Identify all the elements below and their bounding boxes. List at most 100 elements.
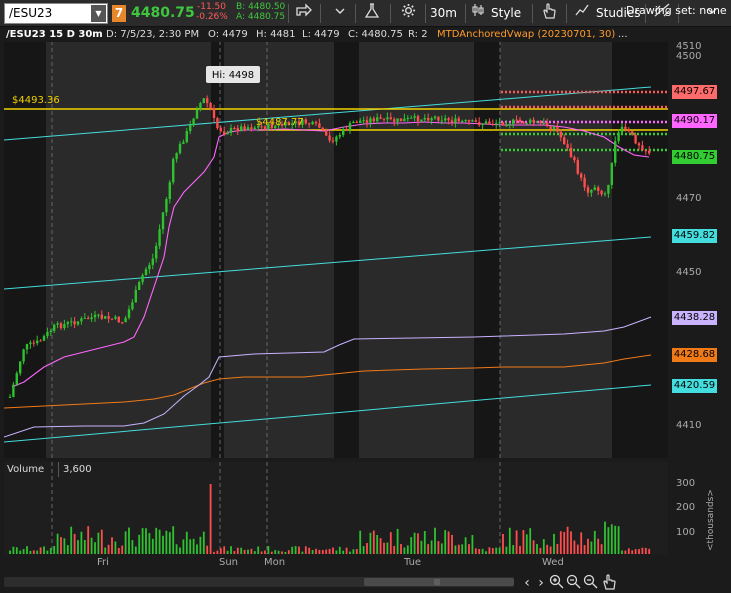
volume-bar xyxy=(196,544,198,554)
share-icon[interactable] xyxy=(292,3,316,24)
volume-bar xyxy=(542,539,545,554)
volume-bar xyxy=(209,484,212,554)
candle-body xyxy=(576,160,579,174)
volume-bar xyxy=(128,527,130,554)
volume-bar xyxy=(192,538,195,554)
header-high: H: 4481 xyxy=(256,29,296,40)
candle-body xyxy=(70,321,73,323)
volume-bar xyxy=(141,528,144,554)
candle-body xyxy=(192,118,195,126)
candle-body xyxy=(505,125,508,127)
zoom-fit-icon[interactable] xyxy=(564,574,582,592)
candle-body xyxy=(348,123,352,131)
volume-bar xyxy=(114,541,117,554)
price-tag-lavender: 4438.28 xyxy=(672,311,717,325)
candle-body xyxy=(413,116,416,118)
candle-body xyxy=(389,117,392,120)
candle-body xyxy=(552,126,556,129)
volume-bar xyxy=(393,545,396,554)
candle-body xyxy=(206,98,209,104)
volume-bar xyxy=(298,546,300,554)
header-symbol-timeframe: /ESU23 15 D 30m xyxy=(6,29,103,40)
zoom-out-icon[interactable] xyxy=(581,574,599,592)
volume-bar xyxy=(440,543,443,554)
price-tag-red: 4497.67 xyxy=(672,85,717,99)
timeframe-button[interactable]: 30m xyxy=(430,3,457,24)
chart-toolbar: /ESU23 ▼ 7 4480.75 -11.50 -0.26% B: 4480… xyxy=(0,0,731,27)
candle-body xyxy=(529,119,532,124)
drawing-set-label[interactable]: Drawing set: none xyxy=(626,4,727,17)
candle-body xyxy=(580,173,583,178)
candle-body xyxy=(359,120,362,123)
price-chart-canvas[interactable]: Hi: 4498 $4493.36 $4487.77 xyxy=(4,27,668,458)
volume-bar xyxy=(39,547,42,554)
candle-body xyxy=(161,212,165,230)
volume-bar xyxy=(151,538,154,554)
hand-icon[interactable] xyxy=(537,3,561,24)
symbol-dropdown-icon[interactable]: ▼ xyxy=(91,5,106,22)
candle-body xyxy=(12,384,15,397)
volume-bar xyxy=(461,544,464,554)
volume-bar xyxy=(294,546,297,554)
symbol-input[interactable]: /ESU23 ▼ xyxy=(4,3,108,24)
volume-pane[interactable] xyxy=(4,462,668,554)
header-date: D: 7/5/23, 2:30 PM xyxy=(106,29,200,40)
candle-body xyxy=(226,132,229,135)
volume-bar xyxy=(379,538,382,554)
candle-body xyxy=(491,123,494,125)
candle-body xyxy=(93,314,97,318)
gear-icon[interactable] xyxy=(396,3,420,24)
scrollbar-thumb[interactable]: ||| xyxy=(364,578,514,586)
candle-body xyxy=(610,162,613,185)
volume-bar xyxy=(576,544,579,554)
volume-bar xyxy=(607,527,610,554)
candle-body xyxy=(338,134,341,137)
candle-body xyxy=(240,126,243,132)
candle-body xyxy=(461,120,464,122)
candle-body xyxy=(229,128,233,133)
volume-bar xyxy=(202,531,205,554)
volume-bar xyxy=(529,528,532,554)
candle-body xyxy=(19,361,22,374)
volume-canvas[interactable] xyxy=(4,462,668,554)
volume-bar xyxy=(230,546,232,554)
volume-bar xyxy=(107,544,110,554)
candle-body xyxy=(36,340,39,344)
volume-bar xyxy=(73,533,76,554)
candle-body xyxy=(546,122,549,127)
candle-body xyxy=(515,119,518,121)
header-more-icon[interactable]: ... xyxy=(618,27,628,42)
candle-body xyxy=(403,118,406,122)
time-scrollbar[interactable]: ||| xyxy=(4,577,514,587)
candle-body xyxy=(549,126,552,129)
candle-body xyxy=(314,121,318,124)
candle-body xyxy=(46,332,49,337)
volume-bar xyxy=(100,529,103,554)
candle-body xyxy=(382,118,386,120)
candle-body xyxy=(556,126,559,132)
style-button[interactable]: Style xyxy=(491,3,521,24)
candle-body xyxy=(478,121,481,126)
level-left-label: $4493.36 xyxy=(12,95,60,106)
grid-dropdown-icon[interactable] xyxy=(328,3,352,24)
zoom-in-icon[interactable] xyxy=(547,574,565,592)
volume-bar xyxy=(338,546,341,554)
time-label-sun: Sun xyxy=(219,557,239,568)
price-chart-pane[interactable]: Hi: 4498 $4493.36 $4487.77 xyxy=(4,27,668,458)
volume-bar xyxy=(134,546,137,554)
volume-bar xyxy=(556,543,559,554)
pan-icon[interactable] xyxy=(600,574,618,592)
header-study-name[interactable]: MTDAnchoredVwap (20230701, 30) xyxy=(437,27,615,42)
link-group-badge[interactable]: 7 xyxy=(112,5,126,22)
candle-body xyxy=(250,127,253,129)
candle-body xyxy=(304,119,307,124)
flask-icon[interactable] xyxy=(360,3,384,24)
candle-body xyxy=(80,318,83,322)
volume-tick-200: 200 xyxy=(676,502,696,513)
volume-bar xyxy=(454,545,457,554)
bid-ask: B: 4480.50 A: 4480.75 xyxy=(236,2,285,23)
candle-body xyxy=(212,108,216,119)
candle-body xyxy=(481,123,484,126)
candle-body xyxy=(644,150,647,152)
time-axis[interactable]: Fri Sun Mon Tue Wed xyxy=(4,554,668,572)
